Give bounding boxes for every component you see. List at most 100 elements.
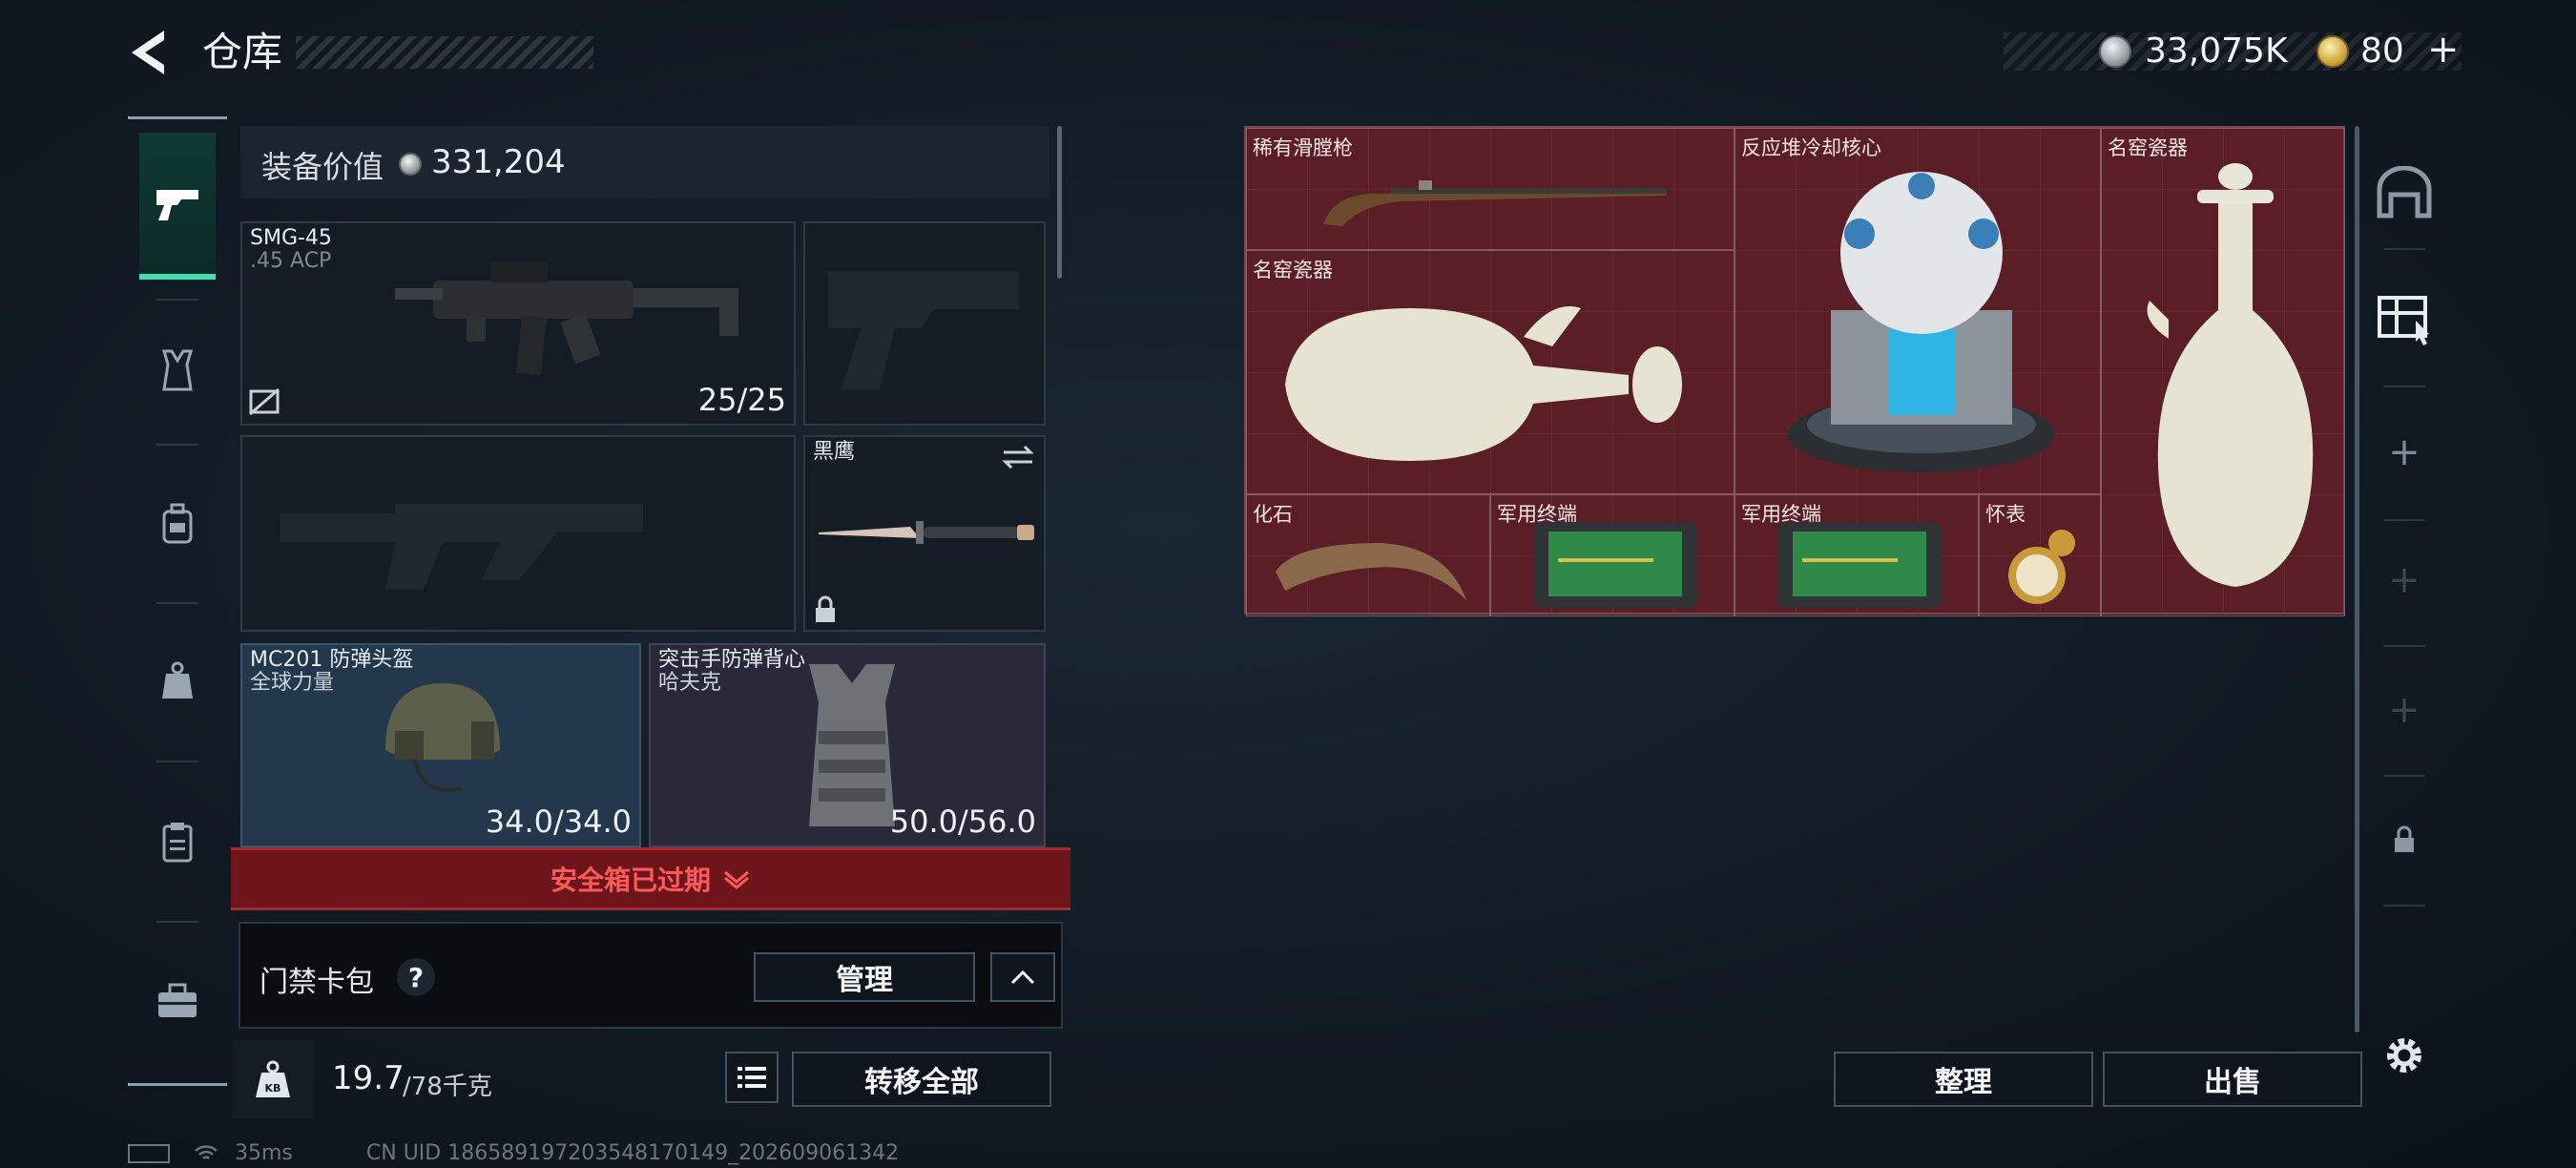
stash-grid: 稀有滑膛枪 反应堆冷却核心 名窑瓷器 名窑瓷器 化石 军用终端 军用终端 怀表: [1244, 126, 2345, 616]
card-pack-row: 门禁卡包 ? 管理: [239, 922, 1063, 1029]
sort-button[interactable]: 整理: [1834, 1052, 2093, 1107]
add-page-button[interactable]: +: [2362, 653, 2446, 767]
uid: CN UID 18658919720354817014​9_2026090613…: [365, 1141, 900, 1165]
add-page-button[interactable]: +: [2362, 395, 2446, 510]
weapon-name: SMG-45: [250, 226, 332, 250]
helmet-durability: 34.0/34.0: [485, 803, 632, 840]
nav-divider: [2383, 519, 2425, 521]
title-decoration: [296, 36, 593, 69]
vase-image: [2147, 163, 2314, 587]
nav-vest[interactable]: [139, 297, 216, 444]
settings-button[interactable]: [2362, 998, 2446, 1113]
battery-icon: [128, 1144, 170, 1163]
gold-coin-icon: [2316, 35, 2349, 68]
stash-item-reactor-core[interactable]: 反应堆冷却核心: [1735, 128, 2101, 494]
page-title: 仓库: [202, 29, 283, 75]
silver-currency: 33,075K: [2145, 31, 2288, 71]
nav-backpack[interactable]: [139, 449, 216, 596]
equipment-value-label: 装备价值: [261, 149, 384, 185]
helmet-brand: 全球力量: [250, 671, 335, 695]
card-pack-label: 门禁卡包: [260, 966, 374, 999]
list-button[interactable]: [725, 1052, 779, 1103]
nav-divider: [156, 602, 198, 604]
terminal-image: [1533, 522, 1697, 608]
add-currency-button[interactable]: +: [2427, 29, 2460, 71]
nav-case[interactable]: [139, 608, 216, 755]
nav-divider: [2383, 386, 2425, 387]
pistol-silhouette-icon: [828, 271, 1019, 389]
pistol-slot[interactable]: [803, 221, 1046, 426]
primary-weapon-slot[interactable]: SMG-45 .45 ACP 25/25: [240, 221, 796, 426]
status-bar: 35ms CN UID 18658919720354817014​9_20260…: [128, 1141, 899, 1165]
armor-brand: 哈夫克: [658, 671, 722, 695]
no-insure-icon: [249, 387, 280, 416]
lock-icon: [2395, 825, 2414, 852]
weight-current: 19.7: [332, 1059, 405, 1097]
nav-clipboard[interactable]: [139, 768, 216, 915]
nav-toolbox[interactable]: [139, 927, 216, 1074]
item-label: 反应堆冷却核心: [1741, 136, 1881, 159]
sell-button[interactable]: 出售: [2103, 1052, 2362, 1107]
safe-box-expired-bar[interactable]: 安全箱已过期: [231, 847, 1070, 910]
gear-icon: [2387, 1038, 2421, 1073]
warehouse-icon: [2377, 166, 2432, 219]
stash-item-military-terminal[interactable]: 军用终端: [1490, 494, 1735, 616]
equipment-scrollbar[interactable]: [1057, 126, 1062, 279]
equipment-value: 331,204: [431, 143, 566, 181]
nav-divider: [156, 761, 198, 762]
nav-storage-home[interactable]: [2362, 136, 2446, 250]
lock-icon: [816, 595, 835, 622]
item-label: 稀有滑膛枪: [1253, 136, 1353, 159]
weight-max: /78千克: [403, 1073, 492, 1101]
nav-divider: [156, 921, 198, 923]
nav-storage-manage[interactable]: [2362, 261, 2446, 376]
right-nav: + + +: [2362, 118, 2446, 1120]
transfer-all-button[interactable]: 转移全部: [792, 1052, 1051, 1107]
nav-divider: [156, 444, 198, 446]
stash-item-military-terminal[interactable]: 军用终端: [1735, 494, 1979, 616]
nav-divider: [2383, 905, 2425, 907]
stash-item-fossil[interactable]: 化石: [1246, 494, 1490, 616]
nav-divider: [2383, 775, 2425, 777]
locked-page[interactable]: [2362, 782, 2446, 897]
pocket-watch-image: [2008, 530, 2075, 604]
weight-kb-label: KB: [265, 1082, 281, 1095]
stash-item-pocket-watch[interactable]: 怀表: [1979, 494, 2101, 616]
add-page-button[interactable]: +: [2362, 523, 2446, 637]
manage-button[interactable]: 管理: [754, 952, 975, 1002]
list-icon: [737, 1067, 766, 1088]
stash-item-porcelain-upright[interactable]: 名窑瓷器: [2101, 128, 2345, 616]
rifle-silhouette-icon: [280, 504, 643, 590]
knife-image: [819, 521, 1034, 544]
equipment-value-bar: 装备价值 331,204: [240, 126, 1049, 198]
helmet-slot[interactable]: MC201 防弹头盔 全球力量 34.0/34.0: [240, 643, 641, 847]
stash-scrollbar[interactable]: [2355, 126, 2359, 1032]
stash-item-musket[interactable]: 稀有滑膛枪: [1246, 128, 1735, 250]
toolbox-icon: [158, 983, 197, 1017]
nav-divider: [2383, 248, 2425, 250]
armor-slot[interactable]: 突击手防弹背心 哈夫克 50.0/56.0: [649, 643, 1046, 847]
stash-item-porcelain-lying[interactable]: 名窑瓷器: [1246, 250, 1735, 494]
expand-button[interactable]: [990, 952, 1055, 1002]
silver-coin-icon: [399, 153, 422, 176]
swap-icon[interactable]: [1000, 443, 1036, 471]
weight-icon: KB: [256, 1060, 290, 1097]
storage-grid-icon: [2378, 296, 2429, 345]
pistol-icon: [156, 190, 198, 220]
back-button[interactable]: [126, 27, 174, 78]
help-button[interactable]: ?: [397, 958, 435, 996]
nav-weapons[interactable]: [139, 133, 216, 280]
melee-slot[interactable]: 黑鹰: [803, 435, 1046, 632]
fossil-claw-image: [1276, 543, 1466, 600]
backpack-icon: [162, 503, 193, 544]
vest-icon: [162, 349, 193, 391]
chevron-up-icon: [1010, 970, 1035, 985]
nav-divider: [2383, 645, 2425, 647]
secondary-weapon-slot[interactable]: [240, 435, 796, 632]
weapon-ammo-count: 25/25: [697, 382, 786, 418]
clipboard-icon: [162, 823, 193, 863]
chevron-down-icon: [724, 870, 749, 889]
melee-name: 黑鹰: [813, 440, 856, 464]
weight-icon-box: KB: [233, 1040, 313, 1118]
armor-name: 突击手防弹背心: [658, 648, 806, 672]
